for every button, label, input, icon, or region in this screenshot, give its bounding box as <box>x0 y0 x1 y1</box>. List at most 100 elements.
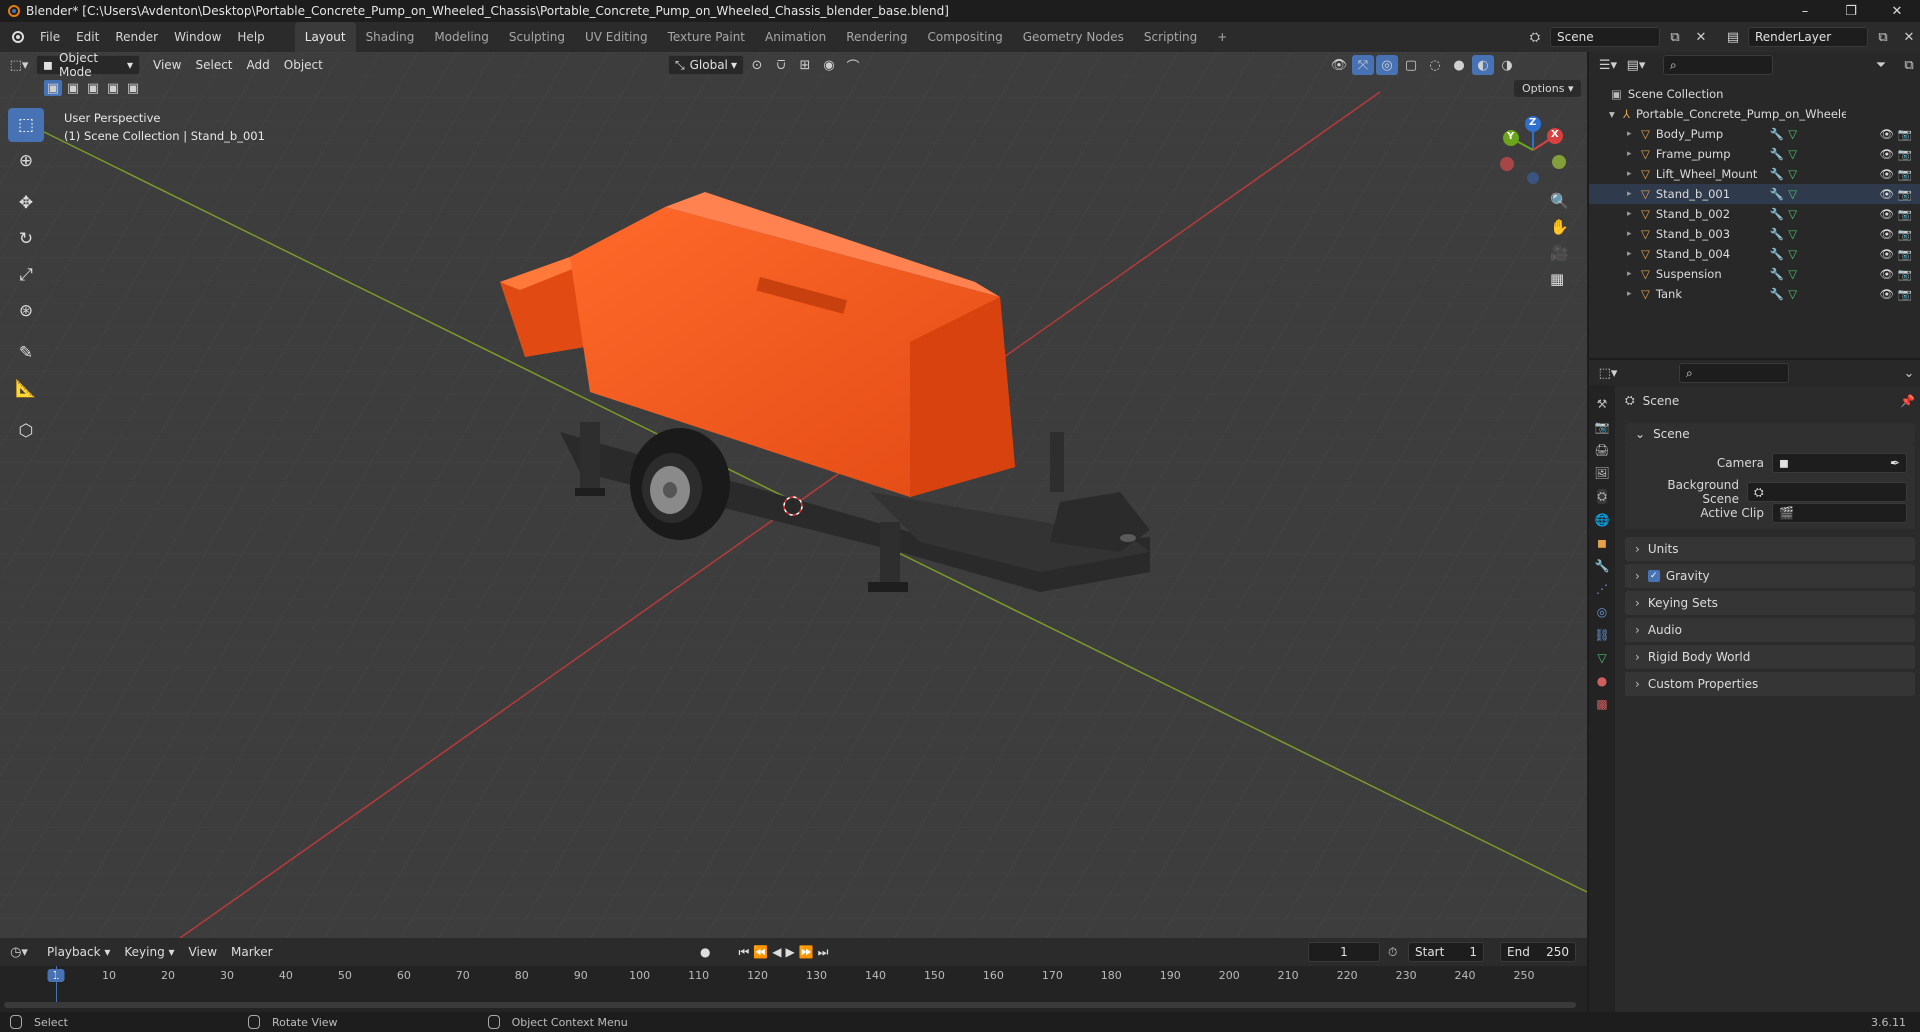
outliner-item[interactable]: ▸ ▽ Lift_Wheel_Mount 🔧 ▽ 👁 📷 <box>1589 164 1920 184</box>
move-tool-icon[interactable]: ✥ <box>8 186 44 220</box>
mesh-data-icon[interactable]: ▽ <box>1788 247 1797 261</box>
gizmo-toggle-icon[interactable]: ⤧ <box>1352 55 1374 75</box>
new-collection-icon[interactable]: ⧉ <box>1898 55 1920 75</box>
timeline-scrollbar[interactable] <box>4 1002 1576 1008</box>
proportional-edit-icon[interactable]: ◉ <box>818 55 840 75</box>
preview-range-icon[interactable]: ⏱ <box>1388 945 1397 960</box>
eye-icon[interactable]: 👁 <box>1879 247 1894 261</box>
render-camera-icon[interactable]: 📷 <box>1898 207 1912 221</box>
mesh-data-icon[interactable]: ▽ <box>1788 187 1797 201</box>
eye-icon[interactable]: 👁 <box>1879 267 1894 281</box>
object-tab-icon[interactable]: ◼ <box>1597 536 1607 550</box>
mesh-data-icon[interactable]: ▽ <box>1788 167 1797 181</box>
material-shading-icon[interactable]: ◐ <box>1472 55 1494 75</box>
expand-arrow-icon[interactable]: ▸ <box>1627 249 1641 259</box>
keyframe-prev-icon[interactable]: ⏪ <box>753 945 768 959</box>
tab-texture-paint[interactable]: Texture Paint <box>658 22 755 52</box>
mesh-data-icon[interactable]: ▽ <box>1788 267 1797 281</box>
eye-icon[interactable]: 👁 <box>1879 207 1894 221</box>
keyframe-next-icon[interactable]: ⏩ <box>799 945 814 959</box>
mesh-data-icon[interactable]: ▽ <box>1788 207 1797 221</box>
tab-modeling[interactable]: Modeling <box>424 22 499 52</box>
view-layer-selector[interactable]: RenderLayer <box>1748 27 1868 47</box>
viewport-menu-view[interactable]: View <box>146 58 188 72</box>
tab-shading[interactable]: Shading <box>356 22 425 52</box>
mesh-data-icon[interactable]: ▽ <box>1788 147 1797 161</box>
scene-panel-header[interactable]: ⌄ Scene <box>1625 423 1915 445</box>
pan-hand-icon[interactable]: ✋ <box>1550 218 1569 236</box>
render-camera-icon[interactable]: 📷 <box>1898 287 1912 301</box>
scene-icon[interactable]: ⛭ <box>1524 27 1546 47</box>
properties-search-input[interactable]: ⌕ <box>1679 363 1789 383</box>
expand-arrow-icon[interactable]: ▸ <box>1627 169 1641 179</box>
panel-units[interactable]: › Units <box>1625 537 1915 561</box>
outliner-item[interactable]: ▸ ▽ Body_Pump 🔧 ▽ 👁 📷 <box>1589 124 1920 144</box>
viewport-scene[interactable] <box>0 52 1587 938</box>
timeline[interactable]: 1102030405060708090100110120130140150160… <box>0 966 1587 1012</box>
jump-end-icon[interactable]: ⏭ <box>818 945 829 960</box>
tab-geometry-nodes[interactable]: Geometry Nodes <box>1013 22 1134 52</box>
chevron-down-icon[interactable]: ⌄ <box>1898 363 1920 383</box>
viewport-menu-select[interactable]: Select <box>188 58 239 72</box>
overlay-toggle-icon[interactable]: ◎ <box>1376 55 1398 75</box>
wireframe-shading-icon[interactable]: ◌ <box>1424 55 1446 75</box>
visibility-icon[interactable]: 👁 <box>1328 55 1350 75</box>
tab-animation[interactable]: Animation <box>755 22 836 52</box>
delete-view-layer-icon[interactable]: ✕ <box>1898 27 1920 47</box>
outliner-search-input[interactable]: ⌕ <box>1663 55 1773 75</box>
menu-edit[interactable]: Edit <box>68 22 107 52</box>
ortho-grid-icon[interactable]: ▦ <box>1550 270 1569 288</box>
modifier-icon[interactable]: 🔧 <box>1770 187 1784 201</box>
modifier-icon[interactable]: 🔧 <box>1770 287 1784 301</box>
outliner-item[interactable]: ▸ ▽ Tank 🔧 ▽ 👁 📷 <box>1589 284 1920 304</box>
outliner-scene-collection[interactable]: ▣ Scene Collection <box>1589 84 1920 104</box>
transform-orientation-selector[interactable]: ⤡ Global ▾ <box>668 55 744 75</box>
world-tab-icon[interactable]: 🌐 <box>1595 513 1610 527</box>
modifier-tab-icon[interactable]: 🔧 <box>1595 559 1610 573</box>
timeline-menu-view[interactable]: View <box>182 945 224 959</box>
panel-rigid-body-world[interactable]: › Rigid Body World <box>1625 645 1915 669</box>
panel-custom-properties[interactable]: › Custom Properties <box>1625 672 1915 696</box>
mode-selector[interactable]: ◼ Object Mode ▾ <box>36 51 140 79</box>
expand-arrow-icon[interactable]: ▾ <box>1609 107 1623 121</box>
new-view-layer-icon[interactable]: ⧉ <box>1872 27 1894 47</box>
pin-icon[interactable]: 📌 <box>1900 394 1915 408</box>
eye-icon[interactable]: 👁 <box>1879 147 1894 161</box>
eye-icon[interactable]: 👁 <box>1879 227 1894 241</box>
3d-viewport[interactable] <box>0 52 1587 938</box>
background-scene-field[interactable]: ⛭ <box>1747 482 1907 502</box>
modifier-icon[interactable]: 🔧 <box>1770 247 1784 261</box>
modifier-icon[interactable]: 🔧 <box>1770 267 1784 281</box>
pivot-point-icon[interactable]: ⊙ <box>746 55 768 75</box>
tab-compositing[interactable]: Compositing <box>917 22 1012 52</box>
options-button[interactable]: Options ▾ <box>1514 80 1582 97</box>
expand-arrow-icon[interactable]: ▸ <box>1627 129 1641 139</box>
material-tab-icon[interactable]: ● <box>1597 674 1607 688</box>
tab-layout[interactable]: Layout <box>294 22 356 52</box>
outliner-item[interactable]: ▸ ▽ Stand_b_004 🔧 ▽ 👁 📷 <box>1589 244 1920 264</box>
outliner-collection[interactable]: ▾ ⅄ Portable_Concrete_Pump_on_Wheeled_C <box>1589 104 1920 124</box>
modifier-icon[interactable]: 🔧 <box>1770 147 1784 161</box>
jump-start-icon[interactable]: ⏮ <box>738 945 749 960</box>
viewport-menu-object[interactable]: Object <box>277 58 330 72</box>
select-new-icon[interactable]: ▣ <box>44 80 62 96</box>
modifier-icon[interactable]: 🔧 <box>1770 207 1784 221</box>
render-camera-icon[interactable]: 📷 <box>1898 267 1912 281</box>
select-subtract-icon[interactable]: ▣ <box>84 80 102 96</box>
cursor-tool-icon[interactable]: ⊕ <box>8 144 44 178</box>
tab-scripting[interactable]: Scripting <box>1134 22 1207 52</box>
timeline-ruler[interactable]: 1102030405060708090100110120130140150160… <box>0 966 1587 986</box>
add-workspace-button[interactable]: + <box>1207 22 1237 52</box>
add-cube-tool-icon[interactable]: ⬡ <box>8 414 44 448</box>
render-tab-icon[interactable]: 📷 <box>1595 420 1610 434</box>
menu-render[interactable]: Render <box>107 22 166 52</box>
record-icon[interactable]: ● <box>700 945 710 959</box>
scene-tab-icon[interactable]: ⛭ <box>1597 489 1607 504</box>
blender-menu-icon[interactable] <box>6 27 28 47</box>
current-frame-field[interactable]: 1 <box>1308 942 1380 962</box>
display-mode-icon[interactable]: ▤▾ <box>1625 55 1647 75</box>
delete-scene-icon[interactable]: ✕ <box>1690 27 1712 47</box>
tab-rendering[interactable]: Rendering <box>836 22 917 52</box>
tab-uv-editing[interactable]: UV Editing <box>575 22 658 52</box>
outliner-item[interactable]: ▸ ▽ Frame_pump 🔧 ▽ 👁 📷 <box>1589 144 1920 164</box>
